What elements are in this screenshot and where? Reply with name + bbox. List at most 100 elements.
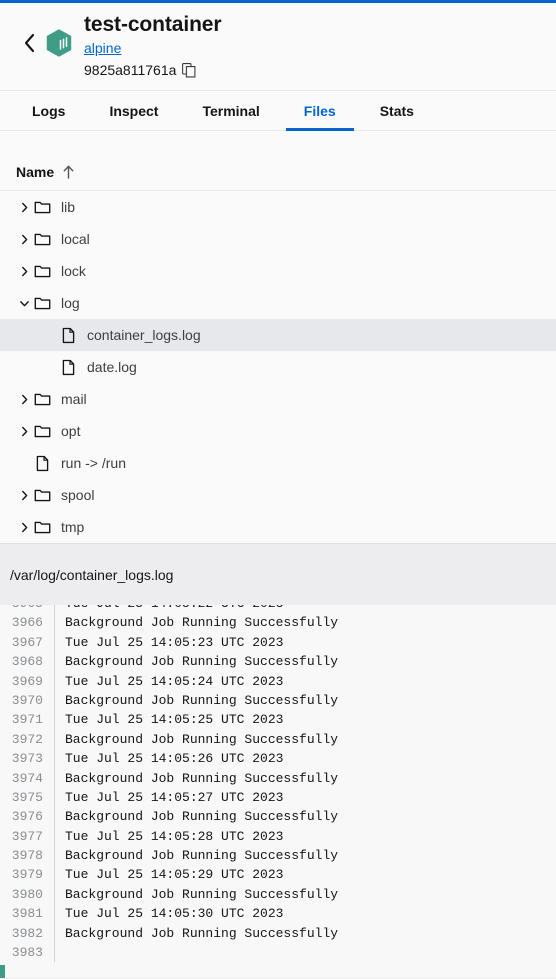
log-line-text: Tue Jul 25 14:05:29 UTC 2023 (65, 867, 284, 883)
folder-icon (32, 293, 52, 313)
file-tree-row-label: run -> /run (61, 455, 126, 471)
log-line: 3968 Background Job Running Successfully (0, 652, 556, 672)
log-line: 3982 Background Job Running Successfully (0, 923, 556, 944)
file-icon (32, 453, 52, 473)
tab-stats[interactable]: Stats (358, 91, 436, 131)
folder-icon (32, 261, 52, 281)
tab-files[interactable]: Files (282, 91, 358, 131)
file-tree-row[interactable]: tmp (0, 511, 556, 543)
log-line: 3975 Tue Jul 25 14:05:27 UTC 2023 (0, 787, 556, 808)
page-header: test-container alpine 9825a811761a (0, 3, 556, 91)
file-tree-row-label: tmp (61, 519, 85, 535)
tab-terminal[interactable]: Terminal (180, 91, 281, 131)
file-tree-row[interactable]: lib (0, 191, 556, 223)
file-tree-row[interactable]: container_logs.log (0, 319, 556, 351)
folder-icon (32, 517, 52, 537)
log-line-number: 3969 (0, 671, 55, 691)
log-line: 3983 (0, 943, 556, 963)
log-line: 3974 Background Job Running Successfully (0, 768, 556, 788)
log-line-text: Background Job Running Successfully (65, 925, 339, 941)
tab-bar: Logs Inspect Terminal Files Stats (0, 91, 556, 131)
chevron-down-icon[interactable] (16, 295, 32, 311)
log-line-number: 3981 (0, 904, 55, 924)
container-detail-page: test-container alpine 9825a811761a Logs … (0, 0, 556, 979)
page-title: test-container (84, 13, 222, 36)
log-line-text: Tue Jul 25 14:05:25 UTC 2023 (65, 712, 284, 728)
log-line-text: Background Job Running Successfully (65, 770, 339, 786)
log-line: 3971 Tue Jul 25 14:05:25 UTC 2023 (0, 710, 556, 730)
header-text-block: test-container alpine 9825a811761a (84, 8, 222, 80)
back-button[interactable] (16, 30, 42, 56)
log-line-number: 3976 (0, 807, 55, 827)
log-line-number: 3972 (0, 729, 55, 750)
selected-file-path-bar: /var/log/container_logs.log (0, 543, 556, 605)
tab-inspect[interactable]: Inspect (87, 91, 180, 131)
file-tree-row-label: opt (61, 423, 81, 439)
files-column-header[interactable]: Name (0, 153, 556, 191)
tab-logs[interactable]: Logs (10, 91, 87, 131)
file-tree-row-label: local (61, 231, 90, 247)
container-id-row: 9825a811761a (84, 60, 221, 80)
file-tree-row-label: date.log (87, 359, 137, 375)
log-line: 3970 Background Job Running Successfully (0, 690, 556, 711)
file-tree-row-label: spool (61, 487, 95, 503)
log-line: 3981 Tue Jul 25 14:05:30 UTC 2023 (0, 904, 556, 924)
folder-icon (32, 197, 52, 217)
copy-icon[interactable] (182, 62, 196, 78)
folder-icon (32, 389, 52, 409)
log-line: 3976 Background Job Running Successfully (0, 807, 556, 827)
chevron-right-icon[interactable] (16, 391, 32, 407)
container-image-link[interactable]: alpine (84, 38, 121, 59)
file-tree-row[interactable]: date.log (0, 351, 556, 383)
file-tree-row[interactable]: spool (0, 479, 556, 511)
chevron-right-icon[interactable] (16, 199, 32, 215)
file-tree-row[interactable]: local (0, 223, 556, 255)
log-line-text: Tue Jul 25 14:05:26 UTC 2023 (65, 751, 284, 767)
file-tree: lib local lock log container_logs.log date.lo… (0, 191, 556, 543)
chevron-right-icon[interactable] (16, 519, 32, 535)
container-cube-icon (44, 28, 74, 58)
files-panel: Name lib local lock log container_logs.logda… (0, 131, 556, 543)
tab-stats-label: Stats (379, 103, 414, 119)
log-line-text: Background Job Running Successfully (65, 731, 339, 747)
log-line: 3978 Background Job Running Successfully (0, 846, 556, 866)
chevron-right-icon[interactable] (16, 487, 32, 503)
file-tree-row[interactable]: lock (0, 255, 556, 287)
selected-file-path: /var/log/container_logs.log (10, 566, 174, 583)
file-icon (58, 325, 78, 345)
log-line: 3980 Background Job Running Successfully (0, 884, 556, 905)
chevron-right-icon[interactable] (16, 263, 32, 279)
chevron-right-icon[interactable] (16, 423, 32, 439)
log-line-number: 3971 (0, 710, 55, 730)
log-line-text: Background Job Running Successfully (65, 886, 339, 902)
log-line: 3969 Tue Jul 25 14:05:24 UTC 2023 (0, 671, 556, 691)
log-line-number: 3977 (0, 826, 55, 847)
log-line: 3979 Tue Jul 25 14:05:29 UTC 2023 (0, 865, 556, 885)
log-line: 3965Tue Jul 25 14:05:22 UTC 2023 (0, 605, 556, 614)
file-content-viewer[interactable]: 3965Tue Jul 25 14:05:22 UTC 20233966 Back… (0, 605, 556, 979)
file-tree-row[interactable]: opt (0, 415, 556, 447)
log-line-text: Tue Jul 25 14:05:28 UTC 2023 (65, 828, 284, 844)
log-line: 3966 Background Job Running Successfully (0, 613, 556, 633)
file-icon (58, 357, 78, 377)
log-line-text: Tue Jul 25 14:05:22 UTC 2023 (55, 605, 283, 613)
sort-ascending-arrow-icon (63, 165, 74, 179)
log-line-number: 3983 (0, 943, 55, 963)
chevron-left-icon (24, 33, 34, 53)
file-tree-row-label: log (61, 295, 80, 311)
file-tree-row[interactable]: log (0, 287, 556, 319)
log-line-number: 3979 (0, 865, 55, 885)
file-tree-row[interactable]: run -> /run (0, 447, 556, 479)
tab-terminal-label: Terminal (202, 103, 260, 119)
file-tree-row-label: lock (61, 263, 86, 279)
file-tree-row[interactable]: mail (0, 383, 556, 415)
folder-icon (32, 485, 52, 505)
chevron-right-icon[interactable] (16, 231, 32, 247)
column-header-name: Name (16, 163, 55, 180)
log-line: 3973 Tue Jul 25 14:05:26 UTC 2023 (0, 749, 556, 769)
folder-icon (32, 229, 52, 249)
log-line-text: Background Job Running Successfully (65, 809, 339, 825)
log-lines-container: 3965Tue Jul 25 14:05:22 UTC 20233966 Back… (0, 605, 556, 979)
